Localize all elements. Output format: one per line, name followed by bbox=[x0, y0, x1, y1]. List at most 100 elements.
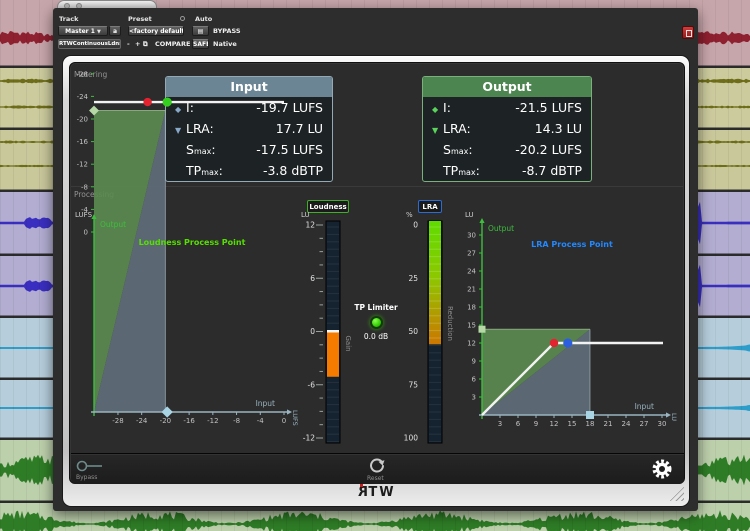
gain-meter-bar bbox=[327, 332, 339, 377]
rtw-main-panel: Metering Input ◆I:-19.7 LUFS ▼LRA:17.7 L… bbox=[69, 62, 685, 484]
metering-row: Smax:-17.5 LUFS bbox=[166, 139, 332, 160]
svg-text:-16: -16 bbox=[77, 138, 89, 146]
svg-text:-8: -8 bbox=[233, 417, 240, 425]
reset-button-label[interactable]: Reset bbox=[367, 475, 384, 482]
track-section-label: Track bbox=[59, 15, 79, 23]
svg-text:-28: -28 bbox=[77, 70, 88, 78]
svg-text:-20: -20 bbox=[77, 116, 88, 124]
triangle-marker-icon: ▼ bbox=[432, 120, 443, 141]
rtw-plugin-bezel: Metering Input ◆I:-19.7 LUFS ▼LRA:17.7 L… bbox=[62, 55, 690, 507]
tp-limiter-title: TP Limiter bbox=[346, 303, 406, 312]
preset-increment-button[interactable]: + bbox=[135, 40, 140, 48]
output-panel-title: Output bbox=[423, 77, 591, 97]
svg-text:Input: Input bbox=[256, 399, 275, 408]
control-bar: Bypass Reset bbox=[71, 453, 684, 484]
svg-text:LU: LU bbox=[670, 413, 678, 421]
svg-text:30: 30 bbox=[467, 232, 476, 240]
preset-ring-icon[interactable] bbox=[180, 16, 185, 21]
native-label: Native bbox=[213, 40, 237, 48]
svg-text:30: 30 bbox=[658, 420, 667, 428]
svg-text:3: 3 bbox=[498, 420, 502, 428]
svg-text:27: 27 bbox=[467, 250, 476, 258]
preset-decrement-button[interactable]: - bbox=[127, 40, 130, 48]
svg-text:24: 24 bbox=[467, 268, 476, 276]
automation-mode-button[interactable]: ▤ bbox=[192, 26, 209, 36]
svg-text:0: 0 bbox=[413, 221, 418, 230]
svg-text:15: 15 bbox=[467, 322, 476, 330]
svg-text:-24: -24 bbox=[77, 93, 89, 101]
pro-tools-plugin-header: Track Preset Auto Master 1 ▼ a <factory … bbox=[53, 8, 698, 56]
input-panel-title: Input bbox=[166, 77, 332, 97]
svg-text:18: 18 bbox=[467, 304, 476, 312]
svg-text:-20: -20 bbox=[160, 417, 171, 425]
metering-row: Smax:-20.2 LUFS bbox=[423, 139, 591, 160]
svg-text:50: 50 bbox=[408, 327, 418, 336]
target-button[interactable] bbox=[682, 26, 694, 39]
svg-text:-6: -6 bbox=[308, 380, 316, 389]
svg-text:0: 0 bbox=[84, 229, 88, 237]
svg-text:-8: -8 bbox=[81, 183, 88, 191]
svg-text:25: 25 bbox=[408, 274, 418, 283]
svg-text:21: 21 bbox=[467, 286, 476, 294]
compare-button[interactable]: COMPARE bbox=[155, 40, 190, 48]
svg-text:3: 3 bbox=[472, 394, 476, 402]
svg-text:15: 15 bbox=[568, 420, 577, 428]
plugin-window: Track Preset Auto Master 1 ▼ a <factory … bbox=[53, 8, 698, 511]
loudness-process-graph[interactable]: 0-4-8-12-16-20-24-28-28-24-20-16-12-8-40… bbox=[72, 207, 298, 445]
svg-text:12: 12 bbox=[550, 420, 559, 428]
plugin-name-field[interactable]: RTWContinuousLdnsCntrl bbox=[58, 39, 121, 49]
reset-icon[interactable] bbox=[368, 457, 386, 474]
svg-text:-16: -16 bbox=[183, 417, 195, 425]
metering-row: ◆I:-19.7 LUFS bbox=[166, 97, 332, 118]
lra-meter-unit: % bbox=[406, 211, 413, 219]
svg-text:12: 12 bbox=[467, 340, 476, 348]
svg-text:27: 27 bbox=[640, 420, 649, 428]
track-selector[interactable]: Master 1 ▼ bbox=[58, 26, 108, 36]
preset-selector[interactable]: <factory default> ▼ bbox=[128, 26, 184, 36]
svg-text:6: 6 bbox=[310, 274, 315, 283]
svg-text:21: 21 bbox=[604, 420, 613, 428]
svg-text:-28: -28 bbox=[112, 417, 123, 425]
lra-reduction-meter-bar bbox=[429, 221, 441, 344]
auto-section-label: Auto bbox=[195, 15, 212, 23]
rtw-logo: RTW bbox=[63, 485, 689, 500]
axis-marker[interactable] bbox=[479, 326, 486, 333]
svg-text:0: 0 bbox=[310, 327, 315, 336]
bypass-toggle-icon[interactable] bbox=[75, 460, 105, 472]
logo-red-dot bbox=[360, 484, 363, 487]
metering-row: ◆I:-21.5 LUFS bbox=[423, 97, 591, 118]
svg-text:9: 9 bbox=[472, 358, 476, 366]
input-metering-panel: Input ◆I:-19.7 LUFS ▼LRA:17.7 LU Smax:-1… bbox=[165, 76, 333, 182]
tp-limiter-led-icon bbox=[370, 316, 383, 329]
metering-row: TPmax:-8.7 dBTP bbox=[423, 160, 591, 181]
lra-process-graph[interactable]: 3027242118151296336912151821242730LUOutp… bbox=[460, 207, 686, 445]
process-point-red[interactable] bbox=[550, 339, 558, 347]
svg-text:100: 100 bbox=[404, 434, 419, 443]
process-point-green[interactable] bbox=[163, 97, 172, 106]
axis-marker[interactable] bbox=[586, 411, 594, 419]
svg-text:-12: -12 bbox=[77, 161, 88, 169]
svg-text:LRA Process Point: LRA Process Point bbox=[531, 240, 613, 249]
svg-text:Output: Output bbox=[488, 224, 514, 233]
tp-limiter-block: TP Limiter 0.0 dB bbox=[346, 303, 406, 341]
output-metering-panel: Output ◆I:-21.5 LUFS ▼LRA:14.3 LU Smax:-… bbox=[422, 76, 592, 182]
screenshot-root: Track Preset Auto Master 1 ▼ a <factory … bbox=[0, 0, 750, 531]
process-point-red[interactable] bbox=[143, 98, 151, 106]
svg-text:LU: LU bbox=[465, 211, 474, 219]
svg-text:-12: -12 bbox=[207, 417, 218, 425]
loudness-meter-unit: LU bbox=[301, 211, 310, 219]
track-letter-selector[interactable]: a bbox=[109, 26, 121, 36]
lra-meter-title: LRA bbox=[418, 200, 442, 213]
loudness-meter-title: Loudness bbox=[307, 200, 349, 213]
svg-text:LUFS: LUFS bbox=[75, 211, 93, 219]
svg-text:-12: -12 bbox=[303, 434, 315, 443]
bypass-button-label[interactable]: Bypass bbox=[76, 474, 97, 481]
safe-button[interactable]: SAFE bbox=[192, 39, 209, 49]
process-point-blue[interactable] bbox=[563, 338, 572, 347]
preset-section-label: Preset bbox=[128, 15, 152, 23]
bypass-label[interactable]: BYPASS bbox=[213, 27, 241, 35]
svg-text:6: 6 bbox=[516, 420, 521, 428]
preset-copy-icon[interactable]: ⧉ bbox=[143, 40, 148, 49]
svg-text:Loudness Process Point: Loudness Process Point bbox=[139, 238, 246, 247]
settings-gear-icon[interactable] bbox=[650, 457, 674, 481]
